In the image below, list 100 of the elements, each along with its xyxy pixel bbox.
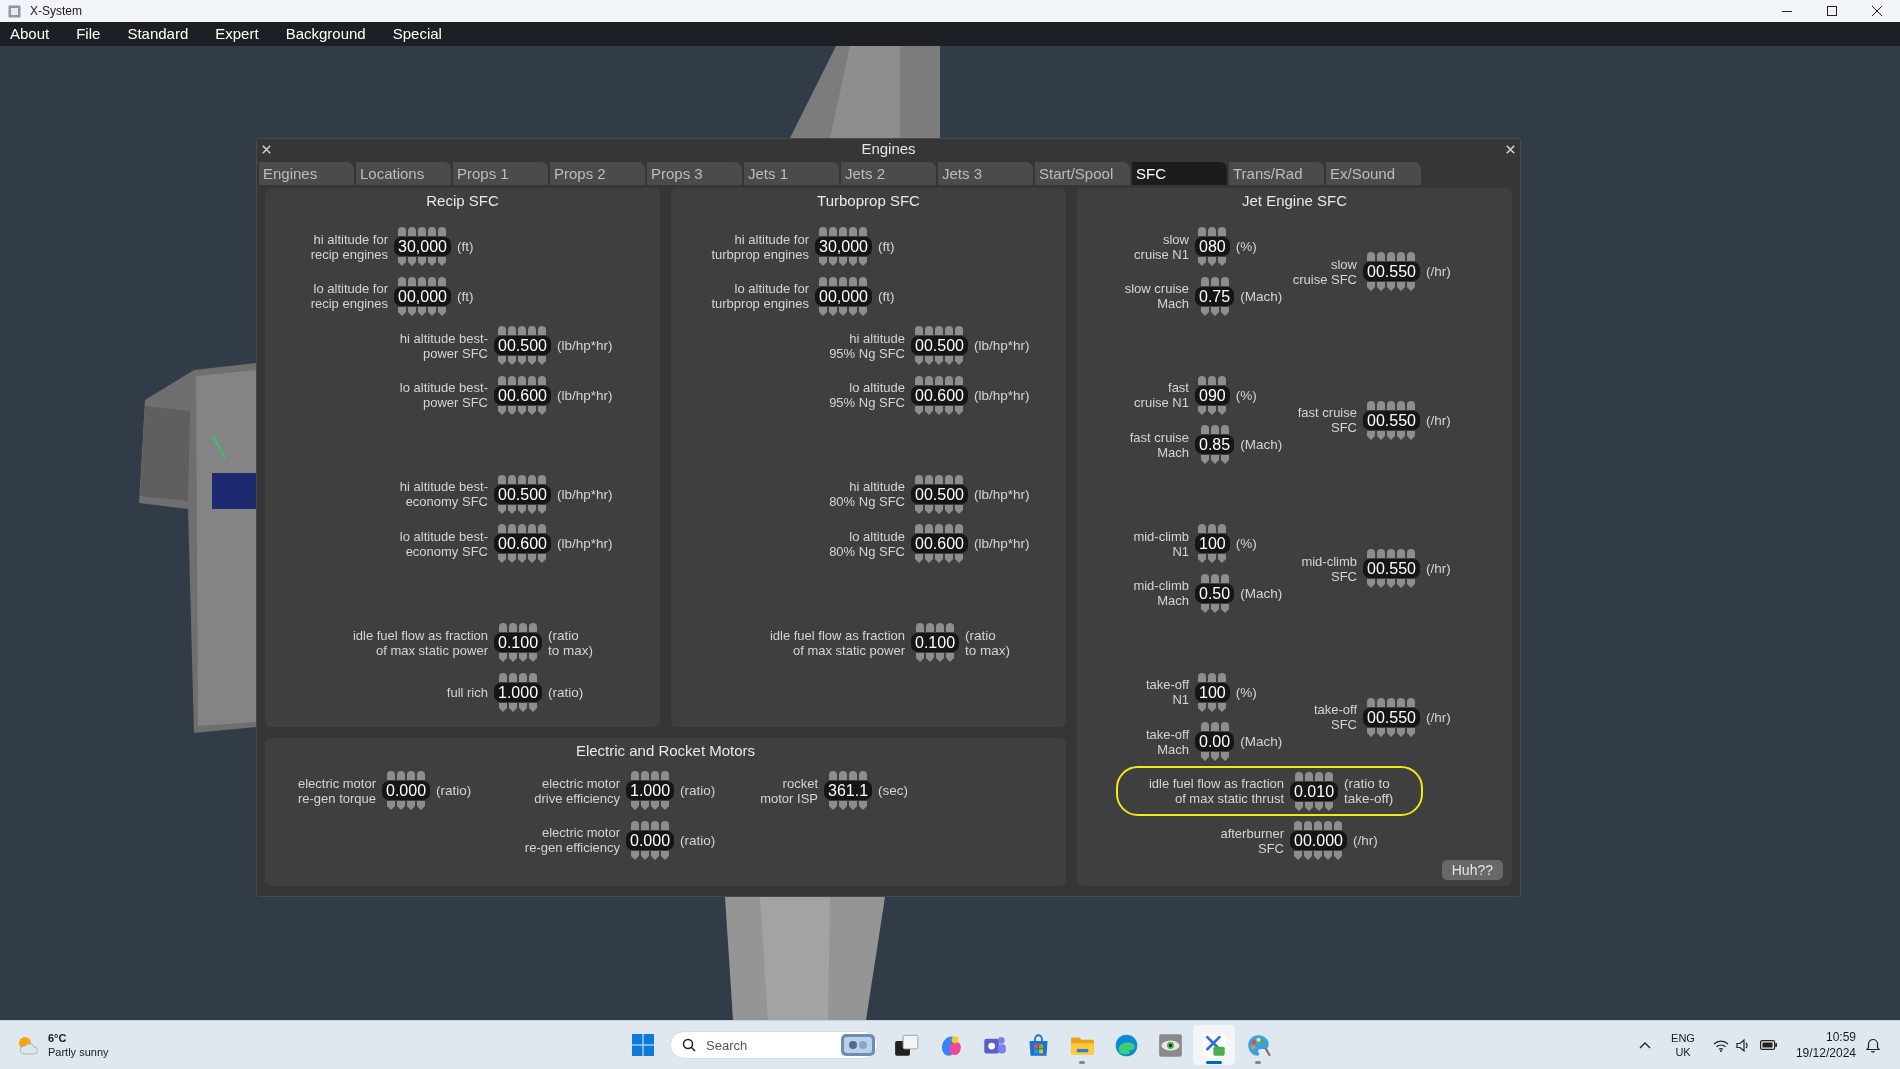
- number-field[interactable]: 00.550: [1363, 707, 1420, 727]
- field-label: mid-climb Mach: [1132, 578, 1189, 609]
- number-field[interactable]: 00.550: [1363, 262, 1420, 281]
- menu-item[interactable]: Expert: [215, 22, 259, 46]
- unit-label: (ft): [877, 239, 895, 255]
- field-label: take-off SFC: [1312, 702, 1357, 732]
- unit-label: (Mach): [1240, 437, 1283, 453]
- bell-icon[interactable]: [1866, 1037, 1880, 1053]
- tab[interactable]: Start/Spool: [1035, 162, 1130, 185]
- number-field[interactable]: 00.600: [911, 534, 968, 554]
- number-field[interactable]: 00.550: [1363, 410, 1420, 430]
- number-field[interactable]: 30,000: [394, 237, 451, 257]
- clock[interactable]: 10:59 19/12/2024: [1795, 1029, 1856, 1061]
- menu-item[interactable]: Standard: [127, 22, 189, 46]
- menu-item[interactable]: Special: [392, 22, 442, 46]
- palette-icon[interactable]: [1245, 1032, 1271, 1058]
- menu-item[interactable]: File: [76, 22, 101, 46]
- tab[interactable]: Jets 3: [938, 162, 1033, 185]
- number-field[interactable]: 0.000: [626, 830, 675, 850]
- task-view-icon[interactable]: [893, 1032, 919, 1058]
- unit-label: (lb/hp*hr): [556, 387, 613, 403]
- unit-label: (ratio): [436, 783, 472, 799]
- tab[interactable]: Trans/Rad: [1229, 162, 1324, 185]
- language-indicator[interactable]: ENG UK: [1671, 1031, 1695, 1059]
- wave-circle-icon[interactable]: [1113, 1032, 1139, 1058]
- field-label: hi altitude best- economy SFC: [398, 479, 488, 510]
- help-button[interactable]: Huh??: [1441, 859, 1503, 880]
- field-label: idle fuel flow as fraction of max static thrust: [1147, 776, 1284, 807]
- number-field[interactable]: 00.000: [1290, 831, 1347, 851]
- battery-icon[interactable]: [1759, 1039, 1778, 1051]
- weather-widget[interactable]: 6°C Partly sunny: [16, 1031, 136, 1059]
- field-label: mid-climb N1: [1132, 528, 1189, 559]
- unit-label: (/hr): [1425, 412, 1451, 428]
- number-field[interactable]: 0.85: [1195, 435, 1235, 455]
- menu-item[interactable]: About: [10, 22, 50, 46]
- speaker-icon[interactable]: [1735, 1038, 1750, 1052]
- field-label: hi altitude 80% Ng SFC: [828, 479, 905, 510]
- field-label: lo altitude best- power SFC: [398, 380, 488, 411]
- tab[interactable]: Engines: [259, 162, 354, 185]
- tab[interactable]: Props 3: [647, 162, 742, 185]
- number-field[interactable]: 090: [1195, 385, 1230, 405]
- unit-label: (ratio to max): [965, 627, 1011, 658]
- tab[interactable]: Locations: [356, 162, 451, 185]
- number-field[interactable]: 0.000: [382, 781, 431, 801]
- active-app-tile[interactable]: [1193, 1025, 1235, 1065]
- field-label: fast cruise Mach: [1128, 429, 1189, 460]
- panel-title: Recip SFC: [425, 191, 500, 211]
- number-field[interactable]: 30,000: [815, 237, 872, 257]
- number-field[interactable]: 0.50: [1195, 583, 1235, 603]
- tab[interactable]: Jets 2: [841, 162, 936, 185]
- number-field[interactable]: 1.000: [494, 682, 543, 702]
- unit-label: (lb/hp*hr): [556, 338, 613, 354]
- number-field[interactable]: 00,000: [815, 286, 872, 306]
- tab[interactable]: Jets 1: [744, 162, 839, 185]
- number-field[interactable]: 00,000: [394, 286, 451, 306]
- unit-label: (Mach): [1240, 288, 1283, 304]
- number-field[interactable]: 00.500: [911, 336, 968, 356]
- number-field[interactable]: 0.100: [911, 633, 960, 653]
- number-field[interactable]: 0.100: [494, 633, 543, 653]
- field-label: electric motor re-gen efficiency: [523, 825, 620, 856]
- number-field[interactable]: 1.000: [626, 781, 675, 801]
- close-icon[interactable]: [1872, 6, 1882, 16]
- field-label: full rich: [445, 684, 488, 700]
- unit-label: (ratio): [548, 684, 584, 700]
- tab[interactable]: Ex/Sound: [1326, 162, 1421, 185]
- number-field[interactable]: 100: [1195, 682, 1230, 702]
- x-shape-icon[interactable]: [1201, 1032, 1227, 1058]
- field-label: electric motor re-gen torque: [296, 775, 376, 806]
- eye-icon[interactable]: [1157, 1032, 1183, 1058]
- four-squares-icon[interactable]: [632, 1034, 654, 1056]
- field-label: slow cruise SFC: [1291, 256, 1357, 287]
- number-field[interactable]: 00.600: [494, 534, 551, 554]
- tab[interactable]: Props 1: [453, 162, 548, 185]
- maximize-icon[interactable]: [1827, 6, 1837, 16]
- number-field[interactable]: 00.500: [911, 484, 968, 504]
- field-label: idle fuel flow as fraction of max static power: [768, 627, 905, 658]
- number-field[interactable]: 0.75: [1195, 286, 1235, 306]
- field-label: lo altitude for recip engines: [309, 281, 388, 312]
- unit-label: (ft): [456, 288, 474, 304]
- menu-item[interactable]: Background: [285, 22, 366, 46]
- number-field[interactable]: 00.600: [494, 385, 551, 405]
- number-field[interactable]: 00.550: [1363, 559, 1420, 578]
- field-label: lo altitude 80% Ng SFC: [828, 528, 905, 559]
- number-field[interactable]: 100: [1195, 534, 1230, 554]
- number-field[interactable]: 00.500: [494, 336, 551, 356]
- wifi-icon[interactable]: [1712, 1038, 1729, 1052]
- number-field[interactable]: 0.00: [1195, 732, 1235, 752]
- tab[interactable]: SFC: [1132, 162, 1227, 185]
- chevron-up-icon[interactable]: [1639, 1041, 1652, 1049]
- number-field[interactable]: 0.010: [1290, 781, 1339, 801]
- number-field[interactable]: 00.500: [494, 484, 551, 504]
- unit-label: (lb/hp*hr): [973, 536, 1030, 552]
- number-field[interactable]: 361.1: [824, 781, 873, 801]
- tab[interactable]: Props 2: [550, 162, 645, 185]
- unit-label: (ft): [877, 288, 895, 304]
- unit-label: (%): [1235, 536, 1257, 552]
- field-label: afterburner SFC: [1219, 825, 1284, 856]
- number-field[interactable]: 080: [1195, 237, 1230, 257]
- unit-label: (lb/hp*hr): [973, 338, 1030, 354]
- number-field[interactable]: 00.600: [911, 385, 968, 405]
